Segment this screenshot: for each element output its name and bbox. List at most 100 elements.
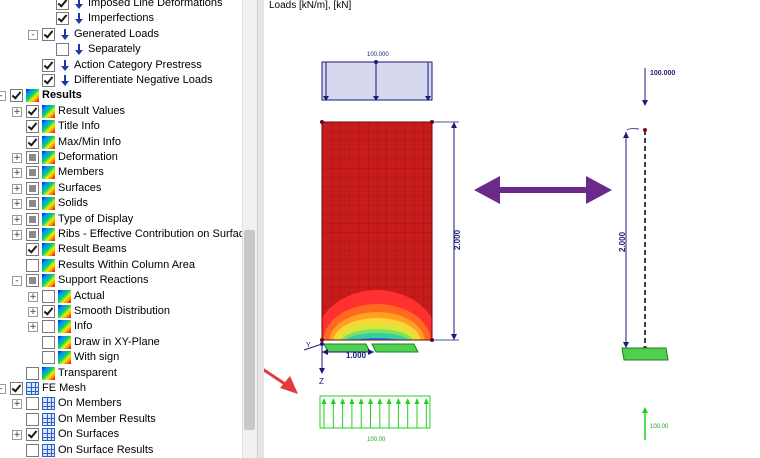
expand-icon[interactable]: + [28, 322, 38, 333]
member-load-arrow [642, 68, 648, 106]
fe-mesh-icon [42, 428, 55, 442]
reaction-arrowhead [330, 398, 336, 404]
tree-item[interactable]: + Result Values [0, 104, 242, 119]
tree-item[interactable]: Title Info [0, 119, 242, 134]
tree-item-label: Info [74, 320, 93, 333]
tree-item-checkbox[interactable] [10, 382, 23, 395]
tree-item[interactable]: + Actual [0, 289, 242, 304]
tree-item[interactable]: + Ribs - Effective Contribution on Surfac [0, 227, 244, 242]
tree-item[interactable]: Results Within Column Area [0, 258, 242, 273]
tree-item-checkbox[interactable] [26, 412, 39, 426]
tree-item[interactable]: + Surfaces [0, 181, 242, 196]
tree-item-checkbox[interactable] [26, 197, 39, 211]
tree-item[interactable]: + Smooth Distribution [0, 304, 242, 319]
tree-item[interactable]: Separately [0, 42, 242, 57]
collapse-icon[interactable]: - [28, 29, 38, 40]
tree-item-checkbox[interactable] [42, 289, 55, 303]
tree-item[interactable]: + On Members [0, 396, 242, 411]
tree-item[interactable]: Draw in XY-Plane [0, 335, 242, 350]
tree-item-checkbox[interactable] [10, 89, 23, 103]
reaction-arrowhead [414, 398, 420, 404]
tree-item-checkbox[interactable] [26, 212, 39, 226]
tree-item-checkbox[interactable] [26, 243, 39, 257]
expand-icon[interactable]: + [12, 153, 22, 163]
tree-item-checkbox[interactable] [56, 12, 69, 26]
tree-item[interactable]: - Support Reactions [0, 273, 242, 288]
tree-item[interactable]: Max/Min Info [0, 135, 242, 150]
axis-y-label: Y [306, 342, 311, 349]
expand-icon[interactable]: + [12, 399, 22, 410]
result-colors-icon [42, 228, 55, 241]
tree-item[interactable]: Imposed Line Deformations [0, 0, 242, 11]
tree-item-checkbox[interactable] [26, 428, 39, 442]
tree-item[interactable]: Transparent [0, 366, 242, 381]
reaction-arrowhead [377, 398, 383, 404]
collapse-icon[interactable]: - [0, 384, 6, 394]
collapse-icon[interactable]: - [12, 276, 22, 287]
result-colors-icon [26, 89, 39, 103]
tree-item-checkbox[interactable] [42, 351, 55, 365]
expand-icon[interactable]: + [12, 168, 22, 179]
tree-item-checkbox[interactable] [56, 0, 69, 10]
tree-item[interactable]: - Results [0, 88, 242, 103]
tree-item[interactable]: Differentiate Negative Loads [0, 73, 242, 88]
expand-icon[interactable]: + [12, 214, 22, 225]
expand-icon[interactable]: + [12, 199, 22, 210]
tree-item-checkbox[interactable] [42, 335, 55, 349]
expand-icon[interactable]: + [28, 307, 38, 317]
tree-item-checkbox[interactable] [56, 43, 69, 57]
tree-item[interactable]: + Solids [0, 196, 242, 211]
tree-item[interactable]: + Info [0, 319, 242, 334]
tree-item[interactable]: Result Beams [0, 242, 242, 257]
tree-item-checkbox[interactable] [26, 274, 39, 288]
surface-result-plot [322, 122, 432, 340]
expand-icon[interactable]: + [12, 230, 22, 240]
tree-item-checkbox[interactable] [26, 166, 39, 180]
tree-item-checkbox[interactable] [26, 258, 39, 272]
expand-icon[interactable]: + [12, 430, 22, 441]
tree-item-checkbox[interactable] [26, 151, 39, 164]
result-colors-icon [42, 366, 55, 380]
tree-item[interactable]: + Type of Display [0, 212, 242, 227]
result-colors-icon [42, 166, 55, 180]
tree-item-checkbox[interactable] [26, 120, 39, 134]
tree-item[interactable]: On Surface Results [0, 443, 242, 458]
tree-item-checkbox[interactable] [26, 181, 39, 195]
tree-item-checkbox[interactable] [42, 27, 55, 41]
graphics-canvas: 100.000 2.000 1.000 Z Y 100.00 100.000 2… [264, 52, 675, 443]
expand-icon[interactable]: + [12, 106, 22, 117]
expand-icon[interactable]: + [28, 291, 38, 302]
tree-item-checkbox[interactable] [42, 320, 55, 334]
tree-item-label: Generated Loads [74, 27, 160, 40]
tree-item[interactable]: + On Surfaces [0, 427, 242, 442]
tree-item[interactable]: - FE Mesh [0, 381, 242, 396]
tree-item-checkbox[interactable] [42, 74, 55, 87]
tree-item-checkbox[interactable] [26, 397, 39, 411]
tree-item-label: Differentiate Negative Loads [74, 74, 213, 86]
result-colors-icon [42, 104, 55, 118]
tree-item-checkbox[interactable] [26, 104, 39, 118]
tree-item[interactable]: On Member Results [0, 412, 242, 427]
collapse-icon[interactable]: - [0, 91, 6, 102]
tree-item-checkbox[interactable] [26, 366, 39, 380]
tree-item[interactable]: Action Category Prestress [0, 58, 242, 73]
tree-item-checkbox[interactable] [42, 58, 55, 72]
tree-item[interactable]: + Deformation [0, 150, 242, 165]
expand-icon[interactable]: + [12, 183, 22, 194]
tree-item-checkbox[interactable] [26, 135, 39, 149]
tree-item[interactable]: - Generated Loads [0, 27, 242, 42]
fe-mesh-icon [42, 397, 55, 411]
graphics-window[interactable]: Loads [kN/m], [kN] 100.000 2.000 1.000 Z… [264, 0, 760, 458]
member-reaction-arrow [642, 407, 648, 440]
tree-item-checkbox[interactable] [26, 228, 39, 241]
tree-item-checkbox[interactable] [42, 305, 55, 318]
tree-item[interactable]: With sign [0, 350, 242, 365]
fe-mesh-icon [26, 382, 39, 395]
tree-scrollbar-thumb[interactable] [244, 230, 255, 430]
tree-item-checkbox[interactable] [26, 443, 39, 457]
reaction-arrowhead [321, 398, 327, 404]
reaction-arrowhead [405, 398, 411, 404]
tree-item[interactable]: + Members [0, 165, 242, 180]
tree-item[interactable]: Imperfections [0, 11, 242, 26]
tree-item-label: Transparent [58, 366, 117, 379]
